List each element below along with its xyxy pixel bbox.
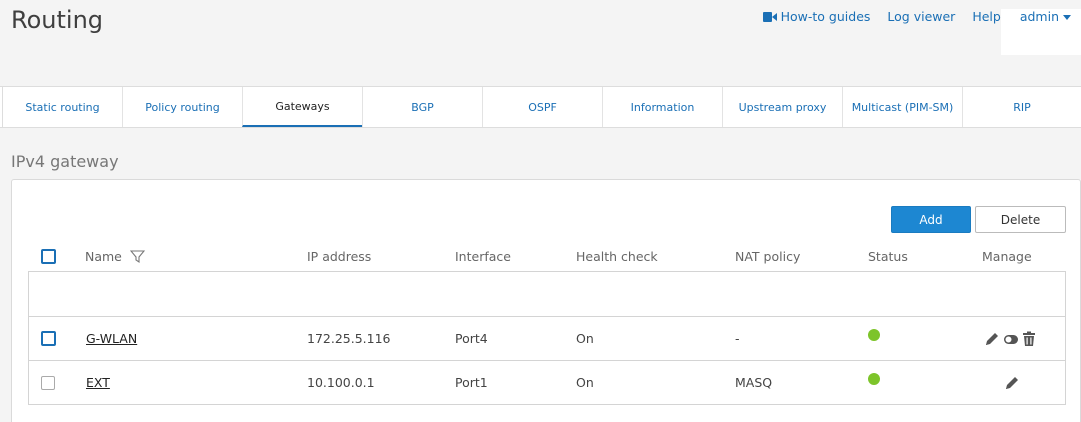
tab-ospf[interactable]: OSPF — [482, 87, 602, 127]
column-ip: IP address — [307, 248, 372, 264]
admin-menu[interactable]: admin — [1000, 9, 1081, 55]
edit-icon[interactable] — [984, 331, 1000, 347]
delete-button[interactable]: Delete — [975, 206, 1066, 233]
tab-upstream-proxy[interactable]: Upstream proxy — [722, 87, 842, 127]
tab-policy-routing[interactable]: Policy routing — [122, 87, 242, 127]
column-status: Status — [868, 248, 908, 264]
trash-icon[interactable] — [1022, 331, 1036, 347]
tab-label: Upstream proxy — [738, 100, 827, 114]
tab-label: Static routing — [25, 100, 100, 114]
table-row: G-WLAN 172.25.5.116 Port4 On - — [29, 316, 1065, 360]
column-name: Name — [85, 248, 122, 264]
tab-gateways[interactable]: Gateways — [242, 87, 362, 127]
status-active-indicator — [868, 329, 880, 341]
toggle-icon[interactable] — [1003, 331, 1019, 347]
tab-label: OSPF — [528, 100, 557, 114]
tab-bgp[interactable]: BGP — [362, 87, 482, 127]
gateway-panel: Add Delete Name IP address Interface Hea… — [11, 179, 1081, 422]
row-checkbox[interactable] — [41, 375, 55, 390]
admin-label: admin — [1019, 9, 1059, 24]
nat-cell: MASQ — [735, 375, 773, 390]
health-cell: On — [576, 331, 594, 346]
column-nat: NAT policy — [735, 248, 801, 264]
tab-rip[interactable]: RIP — [962, 87, 1081, 127]
howto-guides-label: How-to guides — [780, 9, 871, 24]
filter-icon[interactable] — [129, 249, 145, 264]
ip-cell: 172.25.5.116 — [307, 331, 391, 346]
interface-cell: Port1 — [455, 375, 488, 390]
status-active-indicator — [868, 373, 880, 385]
tab-static-routing[interactable]: Static routing — [2, 87, 122, 127]
tab-label: Multicast (PIM-SM) — [851, 100, 954, 114]
column-manage: Manage — [982, 248, 1032, 264]
video-camera-icon — [762, 11, 777, 22]
column-interface: Interface — [455, 248, 511, 264]
top-links: How-to guides Log viewer Help admin — [762, 0, 1081, 55]
help-label: Help — [972, 9, 1001, 24]
ip-cell: 10.100.0.1 — [307, 375, 375, 390]
tab-label: Information — [630, 100, 695, 114]
tab-label: RIP — [1013, 100, 1031, 114]
tab-label: Gateways — [275, 99, 330, 113]
interface-cell: Port4 — [455, 331, 488, 346]
gateway-name-link[interactable]: EXT — [86, 375, 110, 390]
gateway-name-link[interactable]: G-WLAN — [86, 331, 137, 346]
nat-cell: - — [735, 331, 740, 346]
gateway-table: G-WLAN 172.25.5.116 Port4 On - EXT 10.10… — [28, 271, 1066, 405]
tab-label: BGP — [411, 100, 434, 114]
edit-icon[interactable] — [1004, 375, 1020, 391]
log-viewer-label: Log viewer — [887, 9, 956, 24]
howto-guides-link[interactable]: How-to guides — [762, 9, 871, 24]
tab-information[interactable]: Information — [602, 87, 722, 127]
health-cell: On — [576, 375, 594, 390]
page-title: Routing — [11, 6, 104, 34]
tab-label: Policy routing — [145, 100, 220, 114]
table-row: EXT 10.100.0.1 Port1 On MASQ — [29, 360, 1065, 404]
column-health: Health check — [576, 248, 658, 264]
tab-multicast[interactable]: Multicast (PIM-SM) — [842, 87, 962, 127]
select-all-checkbox[interactable] — [41, 248, 56, 264]
tab-bar: Static routing Policy routing Gateways B… — [0, 86, 1081, 128]
table-header: Name IP address Interface Health check N… — [12, 240, 1080, 272]
row-checkbox[interactable] — [41, 331, 56, 346]
chevron-down-icon — [1063, 15, 1071, 20]
section-title: IPv4 gateway — [11, 152, 119, 171]
log-viewer-link[interactable]: Log viewer — [887, 9, 955, 24]
help-link[interactable]: Help — [972, 9, 1001, 24]
add-button[interactable]: Add — [891, 206, 971, 233]
